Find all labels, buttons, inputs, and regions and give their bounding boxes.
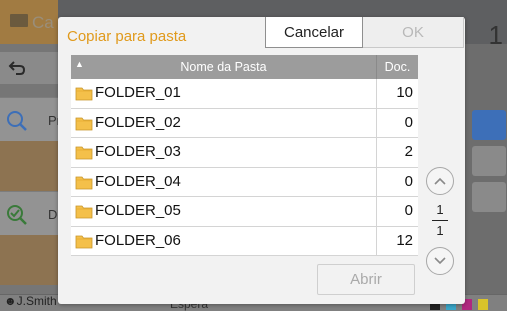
folder-row[interactable]: FOLDER_04 0	[71, 167, 418, 197]
open-button[interactable]: Abrir	[317, 264, 415, 295]
background-tab-label: Ca	[32, 13, 54, 32]
page-total: 1	[436, 223, 444, 238]
cancel-button[interactable]: Cancelar	[265, 17, 363, 48]
chevron-up-icon	[434, 177, 446, 185]
page-up-button[interactable]	[426, 167, 454, 195]
folder-icon	[75, 235, 93, 248]
folder-doc-count: 10	[396, 84, 413, 101]
folder-icon	[75, 87, 93, 101]
copy-to-folder-dialog: Copiar para pasta Cancelar OK ▲ Nome da …	[58, 17, 465, 304]
column-header-name[interactable]: Nome da Pasta	[71, 60, 376, 74]
ink-y-indicator	[478, 299, 488, 310]
folder-icon	[75, 176, 93, 189]
search-check-icon	[7, 205, 27, 225]
folder-doc-count: 2	[404, 143, 413, 160]
folder-name: FOLDER_05	[95, 202, 181, 219]
grid-view-icon	[472, 110, 506, 140]
background-back-button	[0, 52, 58, 84]
folder-table: ▲ Nome da Pasta Doc. FOLDER_01 10 FOLDER_0…	[71, 55, 418, 256]
folder-icon	[75, 117, 93, 130]
background-row	[0, 235, 58, 285]
background-user: ☻J.Smith	[4, 294, 57, 308]
folder-name: FOLDER_02	[95, 113, 181, 131]
folder-doc-count: 0	[404, 172, 413, 190]
background-search-button: Pr	[0, 97, 61, 141]
page-navigator: 1 1	[420, 167, 460, 277]
folder-name: FOLDER_04	[95, 172, 181, 190]
page-divider	[432, 220, 448, 221]
column-header-count[interactable]: Doc.	[377, 60, 418, 74]
dialog-title: Copiar para pasta	[67, 28, 187, 45]
ok-button[interactable]: OK	[363, 17, 464, 48]
chevron-down-icon	[434, 257, 446, 265]
background-tab: Ca	[0, 0, 58, 44]
table-header[interactable]: ▲ Nome da Pasta Doc.	[71, 55, 418, 79]
folder-icon	[75, 205, 93, 219]
folder-name: FOLDER_06	[95, 231, 181, 249]
folder-list: FOLDER_01 10 FOLDER_02 0 FOLDER_03 2 FOLDER_04…	[71, 79, 418, 256]
background-row	[0, 141, 58, 191]
folder-row[interactable]: FOLDER_01 10	[71, 79, 418, 109]
folder-name: FOLDER_03	[95, 143, 181, 160]
page-down-button[interactable]	[426, 247, 454, 275]
folder-row[interactable]: FOLDER_05 0	[71, 197, 418, 227]
page-current: 1	[436, 202, 444, 217]
more-options-icon	[472, 182, 506, 212]
folder-icon	[10, 14, 28, 27]
folder-row[interactable]: FOLDER_03 2	[71, 138, 418, 168]
back-arrow-icon	[8, 61, 26, 75]
folder-row[interactable]: FOLDER_02 0	[71, 108, 418, 138]
folder-name: FOLDER_01	[95, 84, 181, 101]
folder-icon	[75, 146, 93, 160]
search-icon	[7, 111, 27, 131]
folder-doc-count: 0	[404, 113, 413, 131]
list-view-icon	[472, 146, 506, 176]
folder-row[interactable]: FOLDER_06 12	[71, 226, 418, 256]
folder-doc-count: 12	[396, 231, 413, 249]
background-search-check-button: De	[0, 191, 65, 235]
folder-doc-count: 0	[404, 202, 413, 219]
